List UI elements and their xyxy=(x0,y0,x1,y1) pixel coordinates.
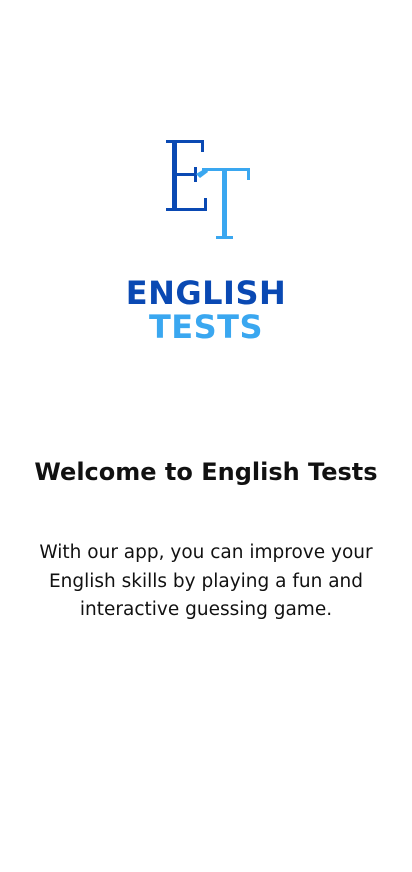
et-logo-icon xyxy=(166,140,250,239)
brand-name-line1: ENGLISH xyxy=(125,274,287,312)
welcome-description: With our app, you can improve your Engli… xyxy=(39,542,373,620)
welcome-title: Welcome to English Tests xyxy=(34,458,378,486)
welcome-screen: ENGLISH TESTS Welcome to English Tests W… xyxy=(0,0,412,872)
brand-name-line2: TESTS xyxy=(148,308,264,346)
